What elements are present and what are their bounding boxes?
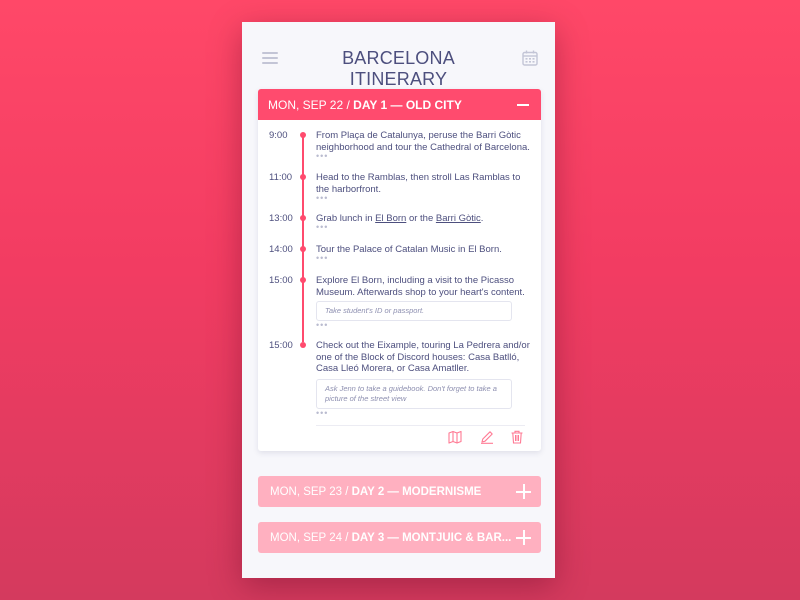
entry-description: Check out the Eixample, touring La Pedre… bbox=[316, 340, 530, 374]
more-options-icon[interactable]: ••• bbox=[316, 193, 328, 203]
timeline-dot bbox=[300, 174, 306, 180]
entry-note[interactable]: Take student's ID or passport. bbox=[316, 301, 512, 321]
collapse-minus-icon[interactable] bbox=[517, 104, 529, 106]
more-options-icon[interactable]: ••• bbox=[316, 408, 328, 418]
link-barri-gotic[interactable]: Barri Gòtic bbox=[436, 213, 481, 224]
entry-description: Head to the Ramblas, then stroll Las Ram… bbox=[316, 172, 521, 195]
edit-icon[interactable] bbox=[480, 430, 494, 444]
more-options-icon[interactable]: ••• bbox=[316, 151, 328, 161]
link-el-born[interactable]: El Born bbox=[375, 213, 406, 224]
entry-description: Explore El Born, including a visit to th… bbox=[316, 275, 525, 298]
top-bar: BARCELONA ITINERARY bbox=[242, 22, 555, 92]
card-divider bbox=[316, 425, 525, 426]
more-options-icon[interactable]: ••• bbox=[316, 320, 328, 330]
day-1-header[interactable]: MON, SEP 22 / DAY 1 — OLD CITY bbox=[258, 89, 541, 120]
day-card-1: MON, SEP 22 / DAY 1 — OLD CITY 9:00 From… bbox=[258, 89, 541, 451]
entry-time: 14:00 bbox=[269, 244, 293, 255]
more-options-icon[interactable]: ••• bbox=[316, 222, 328, 232]
timeline-dot bbox=[300, 215, 306, 221]
hamburger-menu-icon[interactable] bbox=[262, 52, 278, 64]
trash-icon[interactable] bbox=[510, 430, 524, 444]
entry-time: 15:00 bbox=[269, 275, 293, 286]
entry-description: Grab lunch in El Born or the Barri Gòtic… bbox=[316, 213, 484, 224]
day-2-label: MON, SEP 23 / DAY 2 — MODERNISME bbox=[270, 486, 482, 498]
day-1-label: MON, SEP 22 / DAY 1 — OLD CITY bbox=[268, 98, 462, 112]
more-options-icon[interactable]: ••• bbox=[316, 253, 328, 263]
calendar-icon[interactable] bbox=[522, 50, 538, 66]
entry-time: 9:00 bbox=[269, 130, 288, 141]
app-screen: BARCELONA ITINERARY MON, SEP 22 / DAY 1 … bbox=[242, 22, 555, 578]
timeline-line bbox=[302, 135, 304, 342]
entry-description: From Plaça de Catalunya, peruse the Barr… bbox=[316, 130, 530, 153]
day-2-header[interactable]: MON, SEP 23 / DAY 2 — MODERNISME bbox=[258, 476, 541, 507]
entry-note[interactable]: Ask Jenn to take a guidebook. Don't forg… bbox=[316, 379, 512, 409]
page-title: BARCELONA ITINERARY bbox=[342, 48, 455, 89]
day-3-header[interactable]: MON, SEP 24 / DAY 3 — MONTJUIC & BAR... bbox=[258, 522, 541, 553]
timeline-dot bbox=[300, 246, 306, 252]
map-icon[interactable] bbox=[448, 430, 462, 444]
entry-time: 13:00 bbox=[269, 213, 293, 224]
timeline-dot bbox=[300, 277, 306, 283]
expand-plus-icon[interactable] bbox=[516, 530, 531, 545]
expand-plus-icon[interactable] bbox=[516, 484, 531, 499]
entry-time: 15:00 bbox=[269, 340, 293, 351]
timeline-dot bbox=[300, 132, 306, 138]
day-3-label: MON, SEP 24 / DAY 3 — MONTJUIC & BAR... bbox=[270, 532, 512, 544]
timeline-dot bbox=[300, 342, 306, 348]
entry-description: Tour the Palace of Catalan Music in El B… bbox=[316, 244, 502, 255]
entry-time: 11:00 bbox=[269, 172, 293, 183]
